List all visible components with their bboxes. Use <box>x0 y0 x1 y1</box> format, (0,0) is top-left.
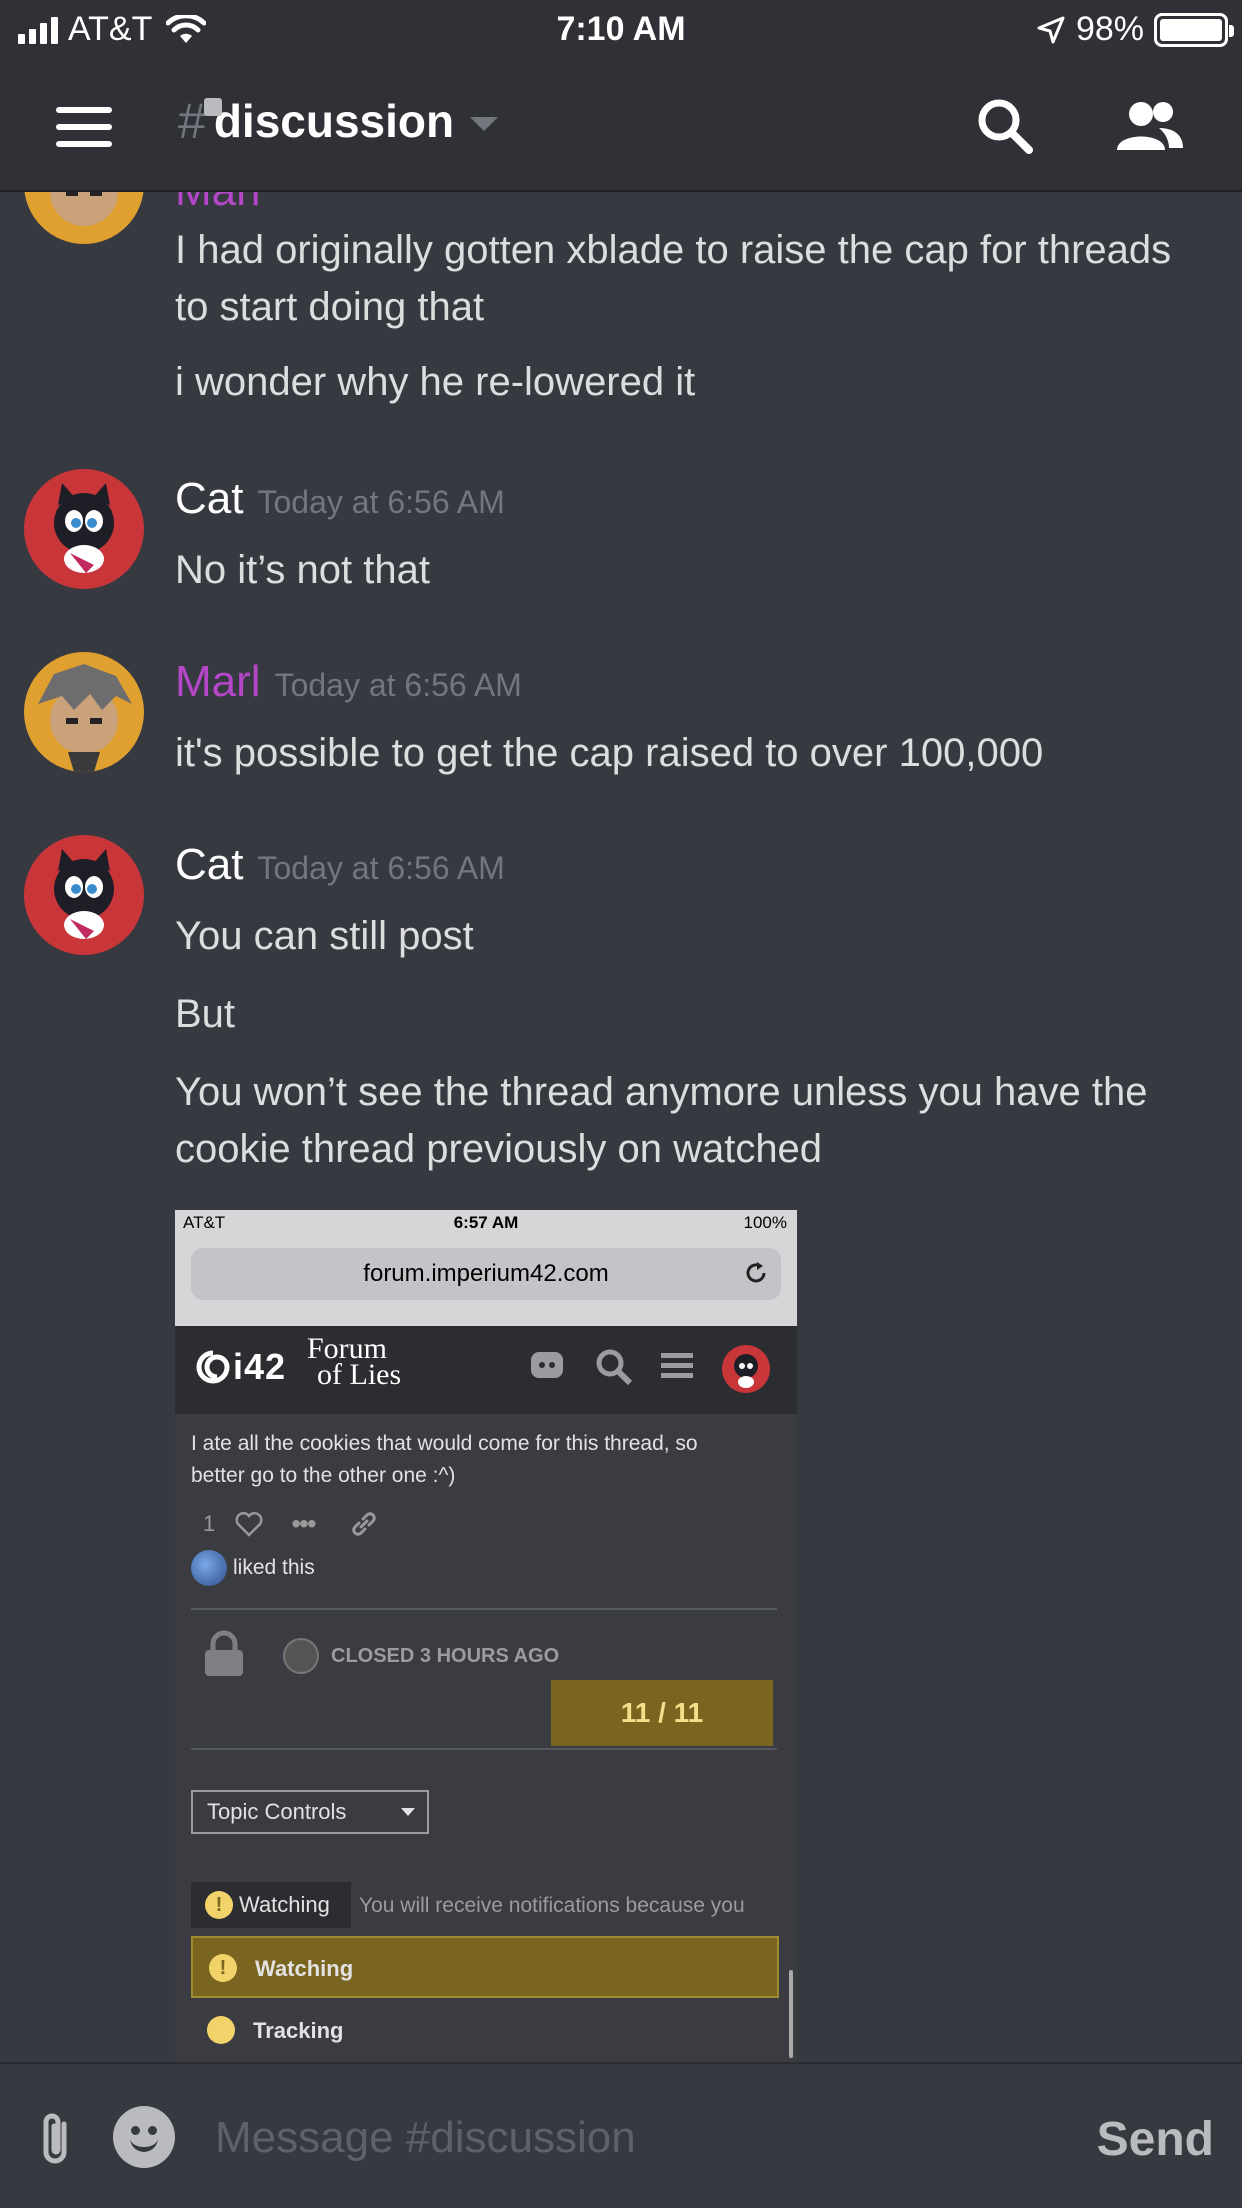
tracking-dot-icon <box>207 2016 235 2044</box>
author-name[interactable]: Cat <box>175 840 243 890</box>
liker-avatar <box>191 1550 227 1586</box>
discord-icon <box>531 1352 563 1378</box>
message-header: Marl <box>175 192 261 216</box>
reload-icon <box>746 1262 766 1283</box>
author-name[interactable]: Marl <box>175 657 261 707</box>
members-icon[interactable] <box>1115 98 1185 154</box>
status-bar: AT&T 7:10 AM 98% <box>0 0 1242 62</box>
option-tracking: Tracking <box>191 2000 779 2062</box>
liked-text: liked this <box>233 1556 315 1579</box>
message-text: You can still post <box>175 914 474 958</box>
emoji-icon[interactable] <box>113 2106 175 2168</box>
location-arrow-icon <box>1037 16 1065 43</box>
chevron-down-icon <box>470 117 499 131</box>
warning-icon: ! <box>209 1954 237 1982</box>
avatar[interactable] <box>24 652 144 772</box>
avatar[interactable] <box>24 192 144 244</box>
battery-icon <box>1154 12 1234 47</box>
status-right: 98% <box>1036 10 1234 49</box>
message-input[interactable] <box>215 2108 1035 2168</box>
dropdown-arrow-icon <box>401 1808 415 1816</box>
closer-avatar <box>283 1638 319 1674</box>
avatar[interactable] <box>24 835 144 955</box>
forum-menu-icon <box>661 1353 693 1378</box>
message-text: No it’s not that <box>175 548 430 592</box>
option-label: Tracking <box>253 2018 344 2043</box>
watching-note: You will receive notifications because y… <box>359 1894 745 1917</box>
message-header: Cat Today at 6:56 AM <box>175 474 505 524</box>
message-text: You won’t see the thread anymore unless … <box>175 1070 1148 1171</box>
divider <box>191 1748 777 1750</box>
forum-search-icon <box>596 1349 633 1386</box>
attachment-url-field: forum.imperium42.com <box>191 1248 781 1300</box>
attachment-battery: 100% <box>743 1213 787 1232</box>
channel-title[interactable]: # discussion <box>178 92 499 150</box>
closed-status: CLOSED 3 HOURS AGO <box>283 1638 559 1674</box>
closed-text: CLOSED 3 HOURS AGO <box>331 1644 560 1667</box>
message-timestamp: Today at 6:56 AM <box>257 484 505 520</box>
battery-percent: 98% <box>1075 10 1144 48</box>
message-text: But <box>175 992 236 1036</box>
link-icon <box>351 1512 376 1536</box>
heart-icon <box>235 1511 263 1537</box>
message-timestamp: Today at 6:56 AM <box>274 667 522 703</box>
message-text: i wonder why he re-lowered it <box>175 360 696 404</box>
message-text: it's possible to get the cap raised to o… <box>175 731 1044 775</box>
attachment-url: forum.imperium42.com <box>363 1260 609 1287</box>
lock-icon <box>205 1630 243 1676</box>
message-header: Marl Today at 6:56 AM <box>175 657 522 707</box>
channel-header: # discussion <box>0 62 1242 192</box>
locked-channel-icon: # <box>178 92 222 150</box>
topic-controls-dropdown: Topic Controls <box>191 1790 429 1834</box>
option-watching: ! Watching <box>191 1936 779 1998</box>
message-timestamp: Today at 6:56 AM <box>257 850 505 886</box>
message-text: I had originally gotten xblade to raise … <box>175 228 1172 329</box>
message-header: Cat Today at 6:56 AM <box>175 840 505 890</box>
liked-by: liked this <box>191 1550 315 1586</box>
topic-controls-label: Topic Controls <box>207 1799 347 1824</box>
channel-name: discussion <box>213 95 455 147</box>
forum-nav: i42 Forum of Lies <box>175 1326 797 1414</box>
more-icon: ••• <box>291 1508 316 1539</box>
forum-of-lies-logo: Forum of Lies <box>307 1334 402 1391</box>
post-reactions: 1 ••• <box>203 1508 379 1540</box>
attachment-time: 6:57 AM <box>453 1213 519 1232</box>
attachment-url-bar: forum.imperium42.com <box>175 1236 797 1326</box>
logo-i42-text: i42 <box>233 1346 287 1387</box>
paperclip-icon[interactable] <box>34 2110 78 2168</box>
author-name[interactable]: Marl <box>175 192 261 216</box>
attachment-status-bar: AT&T 6:57 AM 100% <box>175 1210 797 1236</box>
message-list: Marl I had originally gotten xblade to r… <box>0 192 1242 2062</box>
menu-icon[interactable] <box>56 107 112 147</box>
option-label: Watching <box>255 1956 354 1981</box>
image-attachment[interactable]: AT&T 6:57 AM 100% forum.imperium42.com i… <box>175 1210 797 2062</box>
attachment-scrollbar <box>789 1970 793 2058</box>
avatar[interactable] <box>24 469 144 589</box>
logo-of-lies-text: of Lies <box>317 1358 402 1391</box>
post-pager: 11 / 11 <box>551 1680 773 1746</box>
notification-level-icon: ! <box>205 1891 233 1919</box>
forum-post-text: I ate all the cookies that would come fo… <box>191 1432 698 1487</box>
like-count: 1 <box>203 1511 216 1536</box>
send-button[interactable]: Send <box>1097 2112 1214 2167</box>
watching-button-label: Watching <box>239 1892 330 1917</box>
swirl-icon <box>196 1350 230 1384</box>
forum-avatar <box>722 1345 770 1393</box>
author-name[interactable]: Cat <box>175 474 243 524</box>
search-icon[interactable] <box>975 96 1035 156</box>
divider <box>191 1608 777 1610</box>
message-composer: Send <box>0 2062 1242 2208</box>
watching-button: ! Watching <box>191 1882 351 1928</box>
i42-logo: i42 <box>193 1346 286 1388</box>
